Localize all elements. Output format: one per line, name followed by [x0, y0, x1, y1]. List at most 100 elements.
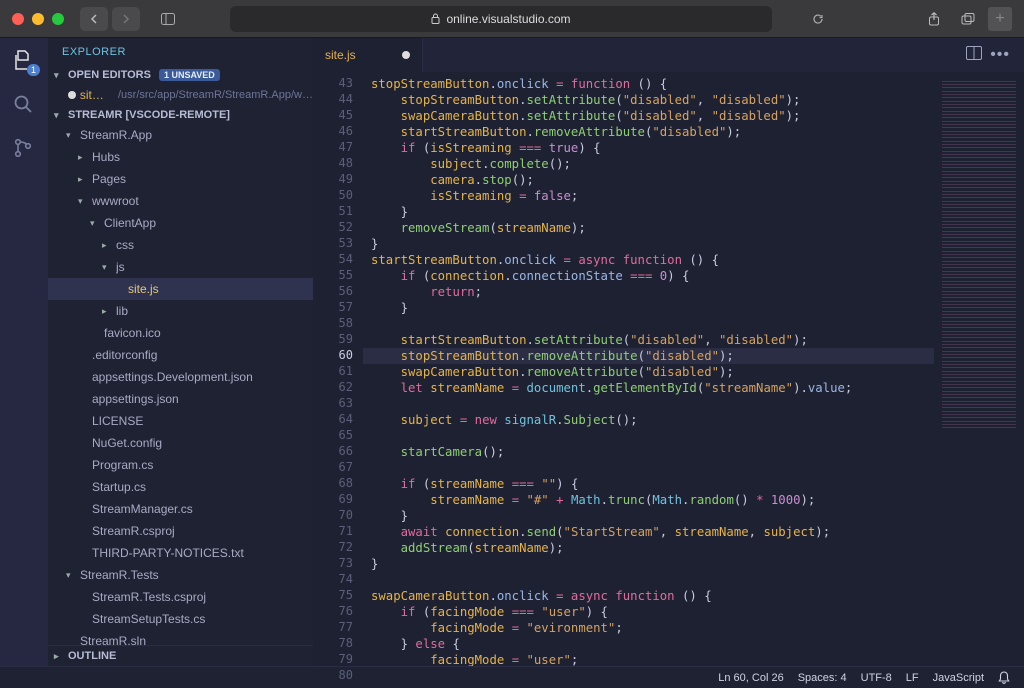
- file-item[interactable]: appsettings.Development.json: [48, 366, 313, 388]
- code-line[interactable]: }: [363, 556, 934, 572]
- code-line[interactable]: facingMode = "user";: [363, 652, 934, 666]
- code-line[interactable]: swapCameraButton.setAttribute("disabled"…: [363, 108, 934, 124]
- reload-icon[interactable]: [812, 13, 824, 25]
- code-line[interactable]: } else {: [363, 636, 934, 652]
- browser-back-button[interactable]: [80, 7, 108, 31]
- code-line[interactable]: [363, 572, 934, 588]
- code-line[interactable]: if (connection.connectionState === 0) {: [363, 268, 934, 284]
- code-line[interactable]: }: [363, 236, 934, 252]
- tree-item-label: LICENSE: [92, 412, 143, 430]
- workspace-header[interactable]: ▾ STREAMR [VSCODE-REMOTE]: [48, 106, 313, 124]
- folder-item[interactable]: ▾wwwroot: [48, 190, 313, 212]
- open-editor-item[interactable]: site.js/usr/src/app/StreamR/StreamR.App/…: [48, 84, 313, 106]
- browser-share-button[interactable]: [920, 7, 948, 31]
- status-spaces[interactable]: Spaces: 4: [798, 672, 847, 684]
- file-item[interactable]: favicon.ico: [48, 322, 313, 344]
- chevron-right-icon: ▸: [102, 302, 112, 320]
- file-item[interactable]: NuGet.config: [48, 432, 313, 454]
- code-line[interactable]: [363, 316, 934, 332]
- chevron-right-icon: ▸: [54, 651, 64, 662]
- file-item[interactable]: Program.cs: [48, 454, 313, 476]
- browser-new-tab-button[interactable]: +: [988, 7, 1012, 31]
- browser-sidebar-button[interactable]: [154, 7, 182, 31]
- code-line[interactable]: let streamName = document.getElementById…: [363, 380, 934, 396]
- folder-item[interactable]: ▾ClientApp: [48, 212, 313, 234]
- line-number-gutter: 4344454647484950515253545556575859606162…: [313, 72, 363, 666]
- folder-item[interactable]: ▾StreamR.Tests: [48, 564, 313, 586]
- code-line[interactable]: stopStreamButton.setAttribute("disabled"…: [363, 92, 934, 108]
- activity-search-icon[interactable]: [11, 92, 37, 118]
- folder-item[interactable]: ▸ lib: [48, 300, 313, 322]
- code-line[interactable]: [363, 460, 934, 476]
- code-line[interactable]: subject = new signalR.Subject();: [363, 412, 934, 428]
- file-item[interactable]: LICENSE: [48, 410, 313, 432]
- code-line[interactable]: startStreamButton.setAttribute("disabled…: [363, 332, 934, 348]
- split-editor-icon[interactable]: [966, 46, 982, 64]
- code-editor[interactable]: stopStreamButton.onclick = function () {…: [363, 72, 934, 666]
- file-item[interactable]: StreamSetupTests.cs: [48, 608, 313, 630]
- folder-item[interactable]: ▸css: [48, 234, 313, 256]
- file-item[interactable]: StreamR.csproj: [48, 520, 313, 542]
- code-line[interactable]: subject.complete();: [363, 156, 934, 172]
- code-line[interactable]: isStreaming = false;: [363, 188, 934, 204]
- window-close-button[interactable]: [12, 13, 24, 25]
- activity-source-control-icon[interactable]: [11, 136, 37, 162]
- file-item[interactable]: .editorconfig: [48, 344, 313, 366]
- code-line[interactable]: [363, 428, 934, 444]
- code-line[interactable]: }: [363, 508, 934, 524]
- window-zoom-button[interactable]: [52, 13, 64, 25]
- file-item[interactable]: Startup.cs: [48, 476, 313, 498]
- open-editors-header[interactable]: ▾ OPEN EDITORS 1 UNSAVED: [48, 66, 313, 84]
- outline-header[interactable]: ▸ OUTLINE: [48, 645, 313, 666]
- code-line[interactable]: await connection.send("StartStream", str…: [363, 524, 934, 540]
- code-line[interactable]: }: [363, 300, 934, 316]
- code-line[interactable]: stopStreamButton.onclick = function () {: [363, 76, 934, 92]
- code-line[interactable]: camera.stop();: [363, 172, 934, 188]
- file-item[interactable]: site.js: [48, 278, 313, 300]
- file-item[interactable]: StreamR.Tests.csproj: [48, 586, 313, 608]
- code-line[interactable]: swapCameraButton.removeAttribute("disabl…: [363, 364, 934, 380]
- file-item[interactable]: StreamR.sln: [48, 630, 313, 645]
- tree-item-label: site.js: [128, 280, 159, 298]
- code-line[interactable]: facingMode = "evironment";: [363, 620, 934, 636]
- editor-area: site.js ••• 4344454647484950515253545556…: [313, 38, 1024, 666]
- browser-forward-button[interactable]: [112, 7, 140, 31]
- file-item[interactable]: appsettings.json: [48, 388, 313, 410]
- activity-explorer-icon[interactable]: 1: [11, 48, 37, 74]
- code-line[interactable]: if (facingMode === "user") {: [363, 604, 934, 620]
- chevron-down-icon: ▾: [102, 258, 112, 276]
- minimap[interactable]: [934, 72, 1024, 666]
- tree-item-label: lib: [116, 302, 128, 320]
- tab-site-js[interactable]: site.js: [313, 38, 423, 72]
- window-minimize-button[interactable]: [32, 13, 44, 25]
- more-actions-icon[interactable]: •••: [990, 46, 1010, 64]
- code-line[interactable]: startStreamButton.removeAttribute("disab…: [363, 124, 934, 140]
- status-ln-col[interactable]: Ln 60, Col 26: [718, 672, 783, 684]
- code-line[interactable]: removeStream(streamName);: [363, 220, 934, 236]
- code-line[interactable]: startStreamButton.onclick = async functi…: [363, 252, 934, 268]
- tab-dirty-indicator-icon[interactable]: [402, 51, 410, 59]
- file-item[interactable]: THIRD-PARTY-NOTICES.txt: [48, 542, 313, 564]
- code-line[interactable]: swapCameraButton.onclick = async functio…: [363, 588, 934, 604]
- window-controls: [12, 13, 64, 25]
- code-line[interactable]: streamName = "#" + Math.trunc(Math.rando…: [363, 492, 934, 508]
- code-line[interactable]: startCamera();: [363, 444, 934, 460]
- status-encoding[interactable]: UTF-8: [861, 672, 892, 684]
- folder-item[interactable]: ▸Pages: [48, 168, 313, 190]
- folder-item[interactable]: ▸Hubs: [48, 146, 313, 168]
- code-line[interactable]: }: [363, 204, 934, 220]
- folder-item[interactable]: ▾js: [48, 256, 313, 278]
- file-item[interactable]: StreamManager.cs: [48, 498, 313, 520]
- notifications-bell-icon[interactable]: [998, 671, 1010, 684]
- browser-url-bar[interactable]: online.visualstudio.com: [230, 6, 772, 32]
- code-line[interactable]: if (streamName === "") {: [363, 476, 934, 492]
- code-line[interactable]: addStream(streamName);: [363, 540, 934, 556]
- folder-item[interactable]: ▾StreamR.App: [48, 124, 313, 146]
- code-line[interactable]: if (isStreaming === true) {: [363, 140, 934, 156]
- browser-tabs-button[interactable]: [954, 7, 982, 31]
- status-language[interactable]: JavaScript: [933, 672, 984, 684]
- code-line[interactable]: return;: [363, 284, 934, 300]
- code-line[interactable]: stopStreamButton.removeAttribute("disabl…: [363, 348, 934, 364]
- code-line[interactable]: [363, 396, 934, 412]
- status-eol[interactable]: LF: [906, 672, 919, 684]
